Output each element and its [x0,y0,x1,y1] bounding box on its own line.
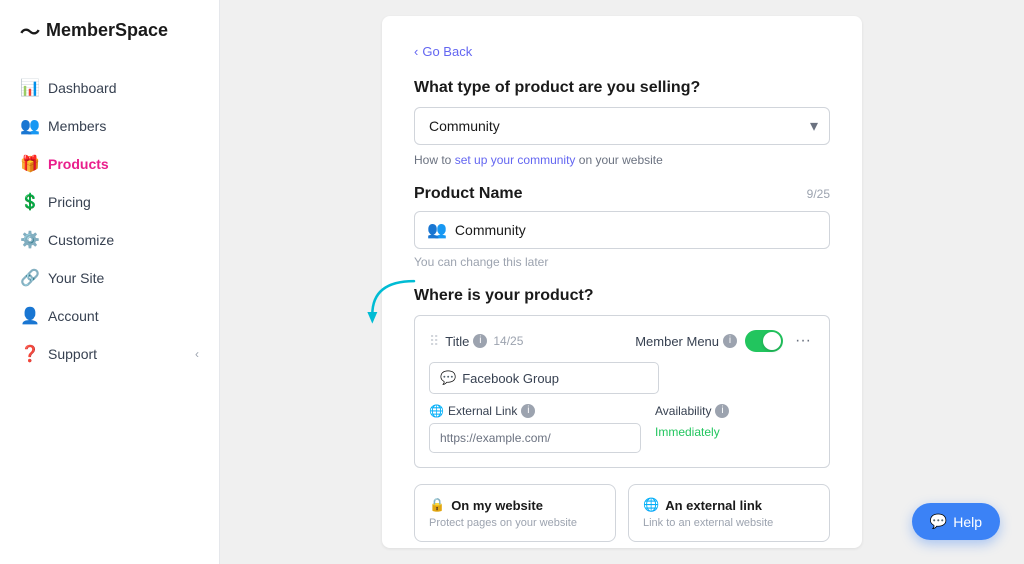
sidebar-item-label: Customize [48,232,114,248]
product-type-dropdown-wrapper: Community ▾ [414,107,830,145]
sidebar-item-products[interactable]: 🎁 Products [0,145,219,183]
on-website-title: 🔒 On my website [429,497,601,513]
your-site-icon: 🔗 [20,268,38,288]
globe-icon: 🌐 [429,404,444,418]
sidebar-item-account[interactable]: 👤 Account [0,297,219,335]
teal-arrow-icon [354,277,424,327]
support-icon: ❓ [20,344,38,364]
on-website-desc: Protect pages on your website [429,517,601,529]
availability-label: Availability i [655,404,815,418]
dashboard-icon: 📊 [20,78,38,98]
can-change-text: You can change this later [414,255,830,269]
go-back-text: Go Back [422,44,472,59]
main-content: ‹ Go Back What type of product are you s… [220,0,1024,564]
arrow-area: Where is your product? [414,287,830,305]
hint-text: How to set up your community on your web… [414,153,830,167]
customize-icon: ⚙️ [20,230,38,250]
collapse-icon: ‹ [195,347,199,361]
sidebar-item-label: Pricing [48,194,91,210]
location-box: ⠿ Title i 14/25 Member Menu i ··· [414,315,830,468]
sidebar-item-label: Your Site [48,270,104,286]
member-menu-label: Member Menu i [635,334,737,349]
members-icon: 👥 [20,116,38,136]
location-top-row: ⠿ Title i 14/25 Member Menu i ··· [429,330,815,352]
content-card: ‹ Go Back What type of product are you s… [382,16,862,548]
product-name-header: Product Name 9/25 [414,185,830,203]
member-menu-toggle[interactable] [745,330,783,352]
help-icon: 💬 [930,513,947,530]
external-link-label: 🌐 External Link i [429,404,641,418]
sidebar-item-pricing[interactable]: 💲 Pricing [0,183,219,221]
availability-info-icon[interactable]: i [715,404,729,418]
sidebar-item-label: Products [48,156,109,172]
external-link-button[interactable]: 🌐 An external link Link to an external w… [628,484,830,542]
external-link-desc: Link to an external website [643,517,815,529]
more-options-button[interactable]: ··· [791,330,815,352]
title-input-area: 💬 [429,362,815,394]
sidebar-item-label: Support [48,346,97,362]
section3-title: Where is your product? [414,287,830,305]
sidebar-item-label: Dashboard [48,80,117,96]
products-icon: 🎁 [20,154,38,174]
external-link-input[interactable] [429,423,641,453]
account-icon: 👤 [20,306,38,326]
sidebar-nav: 📊 Dashboard 👥 Members 🎁 Products 💲 Prici… [0,61,219,564]
sidebar-item-label: Members [48,118,106,134]
product-name-field[interactable] [455,222,817,238]
hint-link[interactable]: set up your community [455,153,576,167]
product-type-select[interactable]: Community [414,107,830,145]
location-choices: 🔒 On my website Protect pages on your we… [414,484,830,542]
member-menu-info-icon[interactable]: i [723,334,737,348]
help-button[interactable]: 💬 Help [912,503,1000,540]
product-name-char-count: 9/25 [807,187,830,201]
logo-icon: 〜 [20,16,40,45]
availability-group: Availability i Immediately [655,404,815,453]
title-label: Title i [445,334,487,349]
community-icon: 👥 [427,220,447,240]
sidebar-item-dashboard[interactable]: 📊 Dashboard [0,69,219,107]
lock-icon: 🔒 [429,497,445,513]
title-input-box[interactable]: 💬 [429,362,659,394]
go-back-link[interactable]: ‹ Go Back [414,44,830,59]
section2-title: Product Name [414,185,522,203]
title-char-count: 14/25 [493,334,523,348]
availability-link[interactable]: Immediately [655,425,720,439]
toggle-knob [763,332,781,350]
sidebar-item-members[interactable]: 👥 Members [0,107,219,145]
external-link-title: 🌐 An external link [643,497,815,513]
section1-title: What type of product are you selling? [414,79,830,97]
app-name: MemberSpace [46,20,168,41]
app-logo: 〜 MemberSpace [0,0,219,61]
sidebar: 〜 MemberSpace 📊 Dashboard 👥 Members 🎁 Pr… [0,0,220,564]
product-name-input-wrapper[interactable]: 👥 [414,211,830,249]
external-link-group: 🌐 External Link i [429,404,641,453]
sidebar-item-customize[interactable]: ⚙️ Customize [0,221,219,259]
sidebar-item-label: Account [48,308,99,324]
drag-icon: ⠿ [429,333,439,350]
sidebar-item-support[interactable]: ❓ Support ‹ [0,335,219,373]
fields-row: 🌐 External Link i Availability i Immedia… [429,404,815,453]
external-icon: 🌐 [643,497,659,513]
external-link-info-icon[interactable]: i [521,404,535,418]
on-my-website-button[interactable]: 🔒 On my website Protect pages on your we… [414,484,616,542]
chat-icon: 💬 [440,370,456,386]
help-label: Help [953,514,982,530]
pricing-icon: 💲 [20,192,38,212]
back-chevron-icon: ‹ [414,44,418,59]
sidebar-item-your-site[interactable]: 🔗 Your Site [0,259,219,297]
title-input-field[interactable] [462,371,648,386]
title-info-icon[interactable]: i [473,334,487,348]
